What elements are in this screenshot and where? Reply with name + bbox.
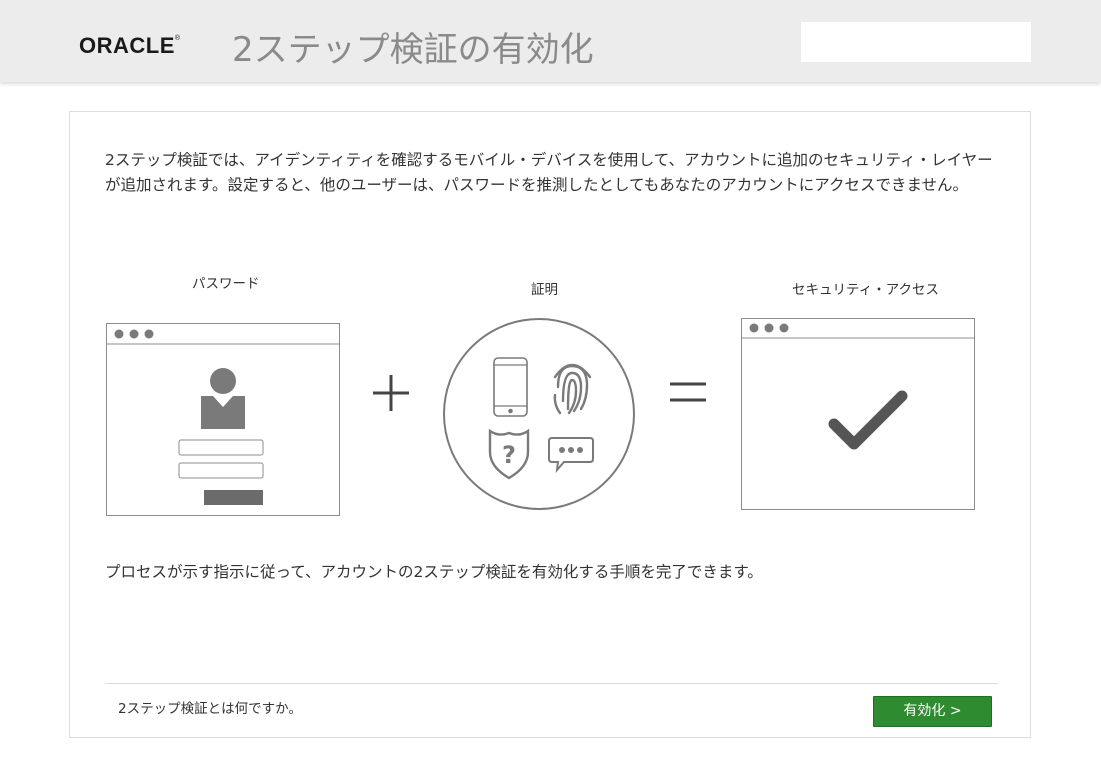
password-login-window-icon [106, 323, 340, 516]
main-panel: 2ステップ検証では、アイデンティティを確認するモバイル・デバイスを使用して、アカ… [69, 111, 1031, 738]
step-label-password: パスワード [192, 276, 260, 292]
footer-divider [105, 683, 998, 684]
page-title: 2ステップ検証の有効化 [232, 30, 594, 70]
plus-icon [373, 375, 409, 411]
header-bar: ORACLE® 2ステップ検証の有効化 [0, 0, 1101, 82]
step-label-secure-access: セキュリティ・アクセス [792, 282, 940, 298]
step-label-verification: 証明 [531, 282, 558, 298]
mobile-phone-icon [493, 357, 528, 417]
enable-button[interactable]: 有効化 > [873, 696, 992, 727]
header-blank-box [801, 22, 1031, 62]
intro-text: 2ステップ検証では、アイデンティティを確認するモバイル・デバイスを使用して、アカ… [105, 151, 993, 194]
what-is-2-step-link[interactable]: 2ステップ検証とは何ですか。 [118, 697, 302, 717]
verification-methods-icon: ? [443, 318, 635, 510]
equals-icon [670, 382, 706, 402]
svg-text:?: ? [502, 441, 516, 469]
oracle-logo: ORACLE® [79, 33, 181, 58]
process-note: プロセスが示す指示に従って、アカウントの2ステップ検証を有効化する手順を完了でき… [105, 563, 763, 581]
secure-access-check-icon [741, 318, 975, 510]
